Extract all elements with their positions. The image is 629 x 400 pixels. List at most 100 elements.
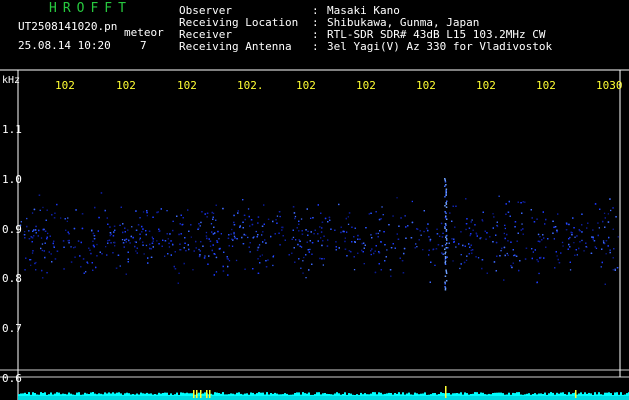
top-tick-label: 102 (116, 79, 136, 92)
noise-dot (536, 259, 538, 261)
noise-dot (470, 244, 472, 246)
amplitude-bar (132, 394, 134, 396)
amplitude-bar (598, 392, 600, 396)
noise-dot (573, 227, 575, 229)
noise-dot (530, 209, 532, 211)
noise-dot (208, 255, 210, 257)
info-key-receiver: Receiver (179, 28, 232, 41)
noise-dot (321, 258, 323, 260)
noise-dot (206, 216, 208, 218)
noise-dot (105, 246, 107, 248)
noise-dot (612, 257, 614, 259)
noise-dot (343, 230, 345, 233)
noise-dot (520, 229, 522, 231)
noise-dot (31, 241, 33, 243)
amplitude-bar (380, 392, 382, 396)
noise-dot (370, 212, 372, 214)
noise-dot (351, 226, 353, 228)
amplitude-bar (138, 394, 140, 396)
amplitude-bar (26, 394, 28, 396)
noise-dot (227, 265, 229, 268)
noise-dot (234, 237, 236, 239)
noise-dot (510, 241, 512, 243)
noise-dot (383, 231, 385, 233)
noise-dot (411, 200, 413, 203)
noise-dot (347, 223, 350, 225)
amplitude-bar (110, 393, 112, 396)
noise-dot (346, 231, 348, 233)
amplitude-bar (476, 392, 478, 396)
info-value-observer: Masaki Kano (327, 4, 400, 17)
noise-dot (340, 226, 342, 228)
noise-dot (484, 230, 486, 232)
noise-dot (83, 272, 85, 274)
noise-dot (353, 256, 355, 258)
signal-dot (444, 244, 447, 246)
amplitude-bar (162, 393, 164, 396)
info-colon: : (312, 16, 319, 29)
noise-dot (40, 237, 43, 239)
noise-dot (212, 216, 214, 218)
noise-dot (297, 243, 299, 246)
signal-dot (444, 253, 446, 255)
noise-dot (441, 252, 443, 254)
amplitude-bar (48, 394, 50, 396)
noise-dot (362, 251, 364, 253)
amplitude-bar (430, 394, 432, 396)
noise-dot (42, 277, 44, 279)
noise-dot (32, 230, 34, 232)
noise-dot (449, 212, 451, 214)
noise-dot (469, 246, 471, 248)
noise-dot (125, 273, 127, 275)
amplitude-bar (518, 392, 520, 396)
amplitude-bar (274, 392, 276, 396)
amplitude-bar (288, 394, 290, 396)
left-tick-label: 0.9 (2, 223, 22, 236)
noise-dot (33, 235, 35, 237)
amplitude-bar (80, 394, 82, 396)
noise-dot (459, 267, 461, 270)
noise-dot (335, 246, 337, 248)
amplitude-bar (320, 394, 322, 396)
noise-dot (30, 236, 32, 238)
noise-dot (400, 217, 402, 219)
noise-dot (25, 257, 27, 259)
noise-dot (470, 249, 472, 252)
noise-dot (592, 237, 594, 240)
noise-dot (33, 208, 36, 211)
noise-dot (364, 244, 366, 246)
amplitude-bar (458, 393, 460, 396)
noise-dot (148, 230, 151, 232)
noise-dot (212, 212, 215, 214)
noise-dot (533, 221, 536, 223)
noise-dot (616, 267, 619, 269)
noise-dot (504, 224, 506, 226)
amplitude-bar (590, 393, 592, 396)
noise-dot (613, 248, 615, 250)
noise-dot (158, 228, 160, 230)
noise-dot (493, 216, 495, 218)
amplitude-bar (124, 393, 126, 396)
noise-dot (38, 194, 41, 196)
amplitude-bar (354, 395, 356, 396)
noise-dot (532, 251, 534, 253)
noise-dot (202, 245, 204, 247)
noise-dot (63, 268, 65, 270)
amplitude-bar (344, 392, 346, 396)
noise-dot (199, 254, 201, 256)
noise-dot (244, 218, 246, 221)
amplitude-bar (428, 394, 430, 396)
noise-dot (597, 222, 599, 224)
noise-dot (482, 211, 484, 213)
amplitude-bar (46, 394, 48, 396)
noise-dot (615, 216, 617, 218)
noise-dot (371, 248, 373, 250)
noise-dot (427, 229, 429, 232)
noise-dot (44, 242, 46, 244)
noise-dot (507, 240, 509, 242)
amplitude-bar (276, 393, 278, 396)
noise-dot (512, 249, 514, 251)
noise-dot (262, 231, 264, 233)
amplitude-bar (18, 394, 20, 396)
noise-dot (531, 257, 533, 260)
